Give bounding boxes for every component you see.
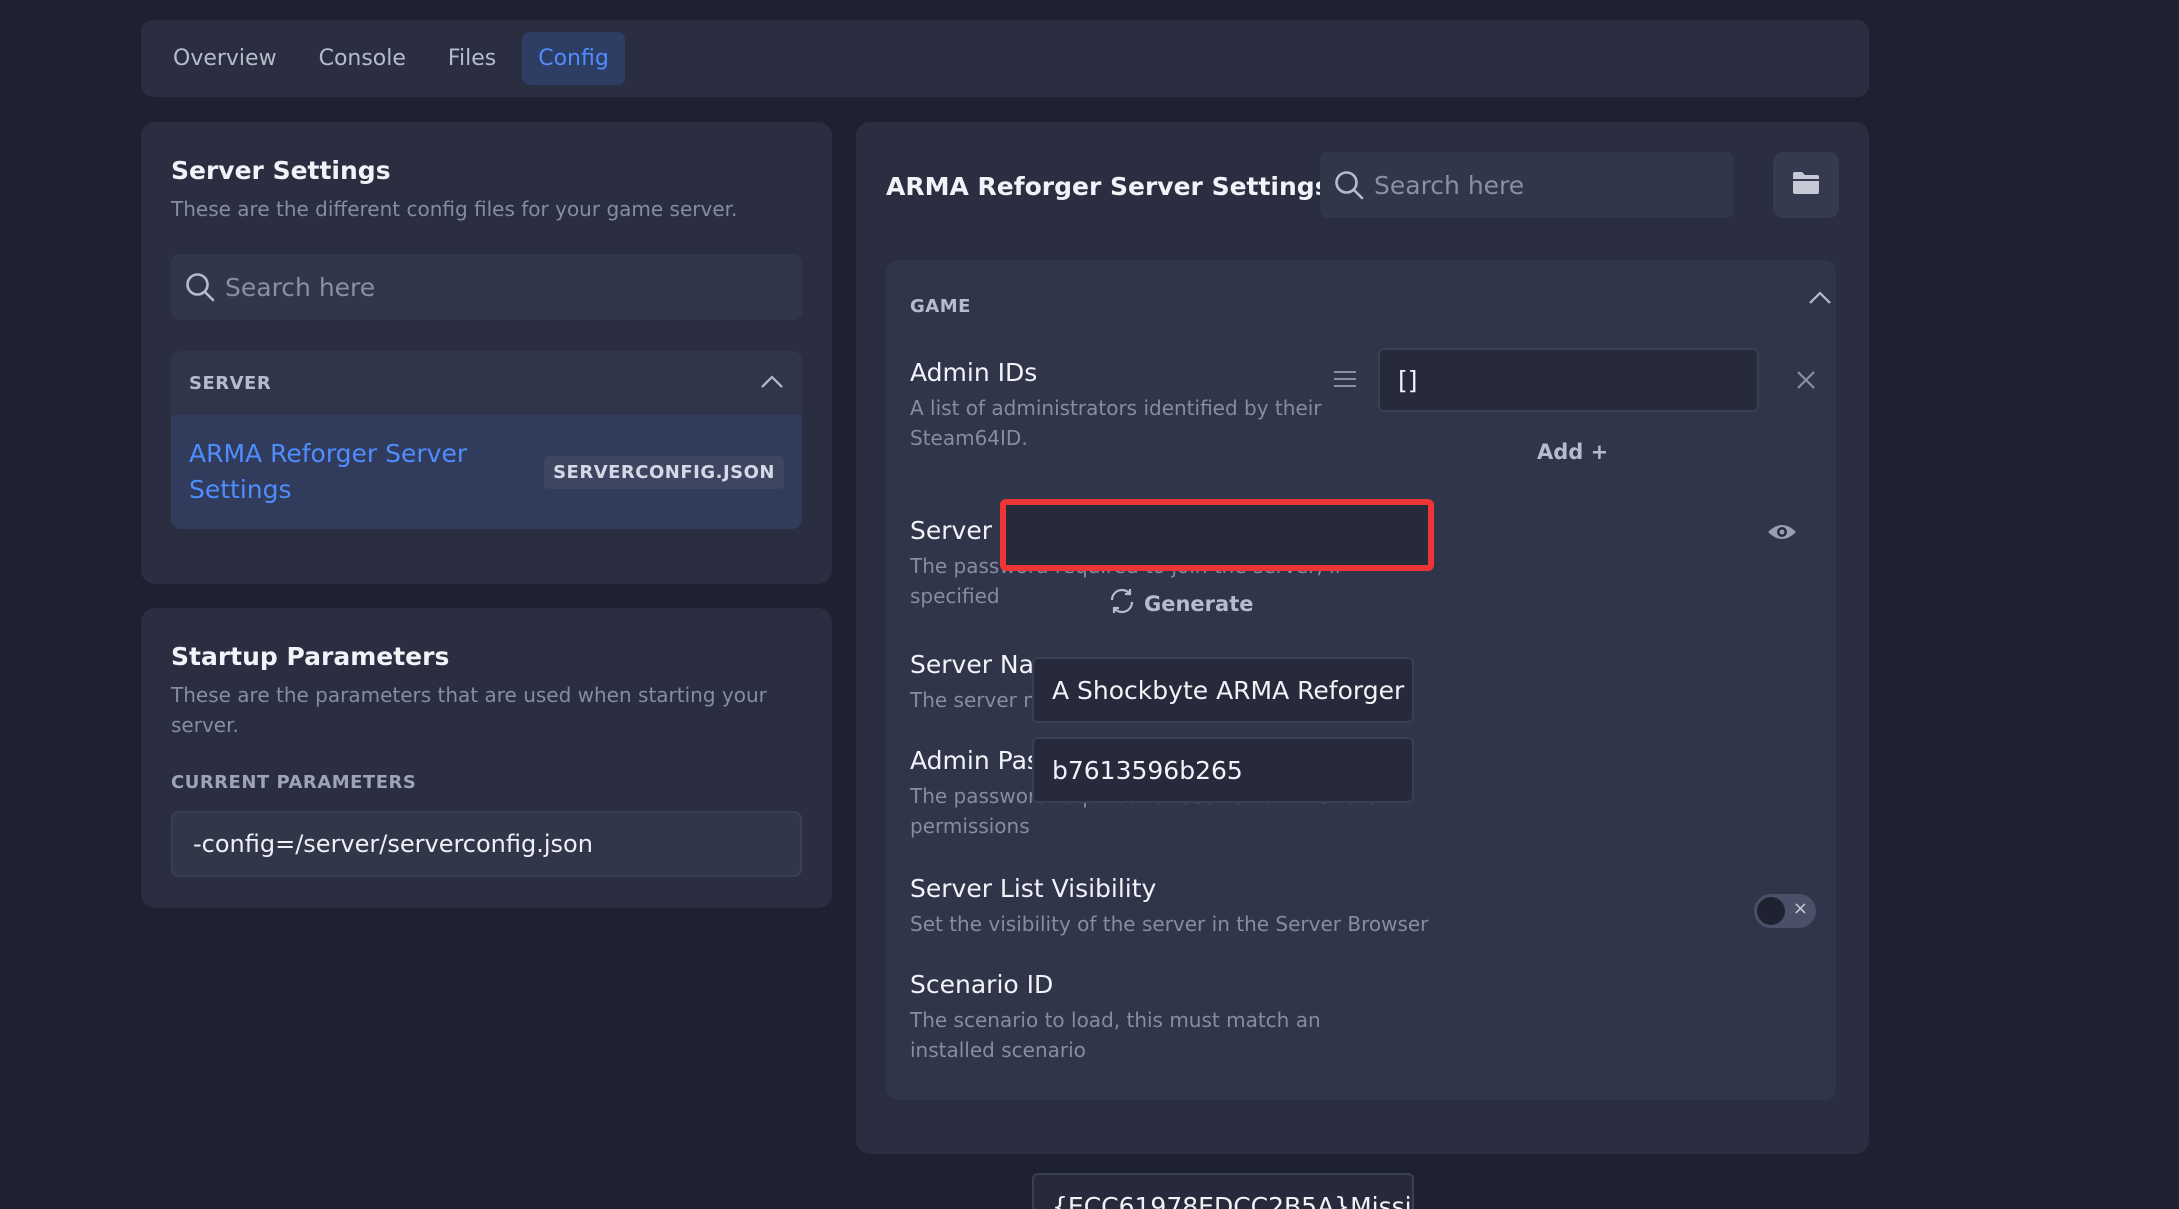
game-section: GAME Admin IDs A list of administrators … — [886, 260, 1836, 1209]
folder-icon — [1792, 171, 1820, 199]
startup-title: Startup Parameters — [171, 642, 450, 671]
admin-ids-desc: A list of administrators identified by t… — [910, 396, 1322, 450]
game-section-header: GAME — [910, 296, 971, 317]
scenario-id-desc: The scenario to load, this must match an… — [910, 1008, 1321, 1062]
startup-parameters-card: Startup Parameters These are the paramet… — [141, 608, 832, 908]
server-settings-title: Server Settings — [171, 156, 391, 185]
setting-scenario-id: Scenario ID The scenario to load, this m… — [910, 970, 1390, 1065]
config-file-search-input[interactable] — [225, 272, 802, 302]
config-file-item[interactable]: ARMA Reforger Server Settings SERVERCONF… — [171, 415, 802, 529]
toggle-off-icon: × — [1792, 898, 1808, 919]
drag-handle-icon[interactable] — [1333, 370, 1357, 392]
config-file-search[interactable] — [171, 254, 802, 320]
open-file-button[interactable] — [1773, 152, 1839, 218]
current-parameters-label: CURRENT PARAMETERS — [171, 772, 417, 793]
generate-password-button[interactable]: Generate — [1108, 588, 1253, 619]
add-admin-id-label: Add + — [1537, 440, 1609, 464]
config-page: Overview Console Files Config Server Set… — [0, 0, 2179, 1209]
eye-icon[interactable] — [1767, 522, 1797, 546]
setting-server-visibility: Server List Visibility Set the visibilit… — [910, 874, 1530, 939]
generate-label: Generate — [1144, 591, 1254, 616]
search-icon — [185, 271, 215, 303]
close-icon[interactable] — [1796, 370, 1816, 394]
admin-ids-title: Admin IDs — [910, 358, 1038, 387]
config-file-badge: SERVERCONFIG.JSON — [544, 455, 784, 489]
toggle-knob — [1757, 897, 1785, 925]
server-name-input[interactable]: A Shockbyte ARMA Reforger — [1032, 657, 1414, 723]
tab-console[interactable]: Console — [303, 32, 422, 85]
settings-search-input[interactable] — [1374, 170, 1734, 200]
current-parameters-field: -config=/server/serverconfig.json — [171, 811, 802, 877]
setting-admin-ids: Admin IDs A list of administrators ident… — [910, 358, 1330, 453]
scenario-id-title: Scenario ID — [910, 970, 1054, 999]
tab-config[interactable]: Config — [522, 32, 625, 85]
server-password-input[interactable] — [1000, 499, 1434, 571]
add-admin-id-button[interactable]: Add + — [1537, 440, 1608, 464]
server-settings-subtitle: These are the different config files for… — [171, 197, 738, 221]
visibility-desc: Set the visibility of the server in the … — [910, 912, 1429, 936]
chevron-up-icon[interactable] — [760, 373, 784, 394]
server-settings-card: Server Settings These are the different … — [141, 122, 832, 584]
server-file-group: SERVER ARMA Reforger Server Settings SER… — [171, 351, 802, 529]
settings-search[interactable] — [1320, 152, 1734, 218]
config-panel-title: ARMA Reforger Server Settings — [886, 172, 1330, 201]
visibility-title: Server List Visibility — [910, 874, 1157, 903]
admin-password-input[interactable]: b7613596b265 — [1032, 737, 1414, 803]
config-editor-panel: ARMA Reforger Server Settings GAME Admin… — [856, 122, 1869, 1209]
search-icon — [1334, 169, 1364, 201]
startup-subtitle: These are the parameters that are used w… — [171, 683, 767, 737]
chevron-up-icon[interactable] — [1808, 290, 1832, 309]
refresh-icon — [1108, 588, 1136, 619]
server-group-label: SERVER — [189, 372, 272, 394]
config-file-label: ARMA Reforger Server Settings — [189, 439, 468, 504]
scenario-id-input[interactable]: {ECC61978EDCC2B5A}Missions — [1032, 1173, 1414, 1209]
tab-overview[interactable]: Overview — [157, 32, 293, 85]
tab-files[interactable]: Files — [432, 32, 512, 85]
tab-bar: Overview Console Files Config — [141, 20, 1869, 97]
visibility-toggle[interactable]: × — [1754, 894, 1816, 928]
admin-ids-input[interactable]: [] — [1378, 348, 1759, 412]
server-group-header[interactable]: SERVER — [171, 351, 802, 415]
